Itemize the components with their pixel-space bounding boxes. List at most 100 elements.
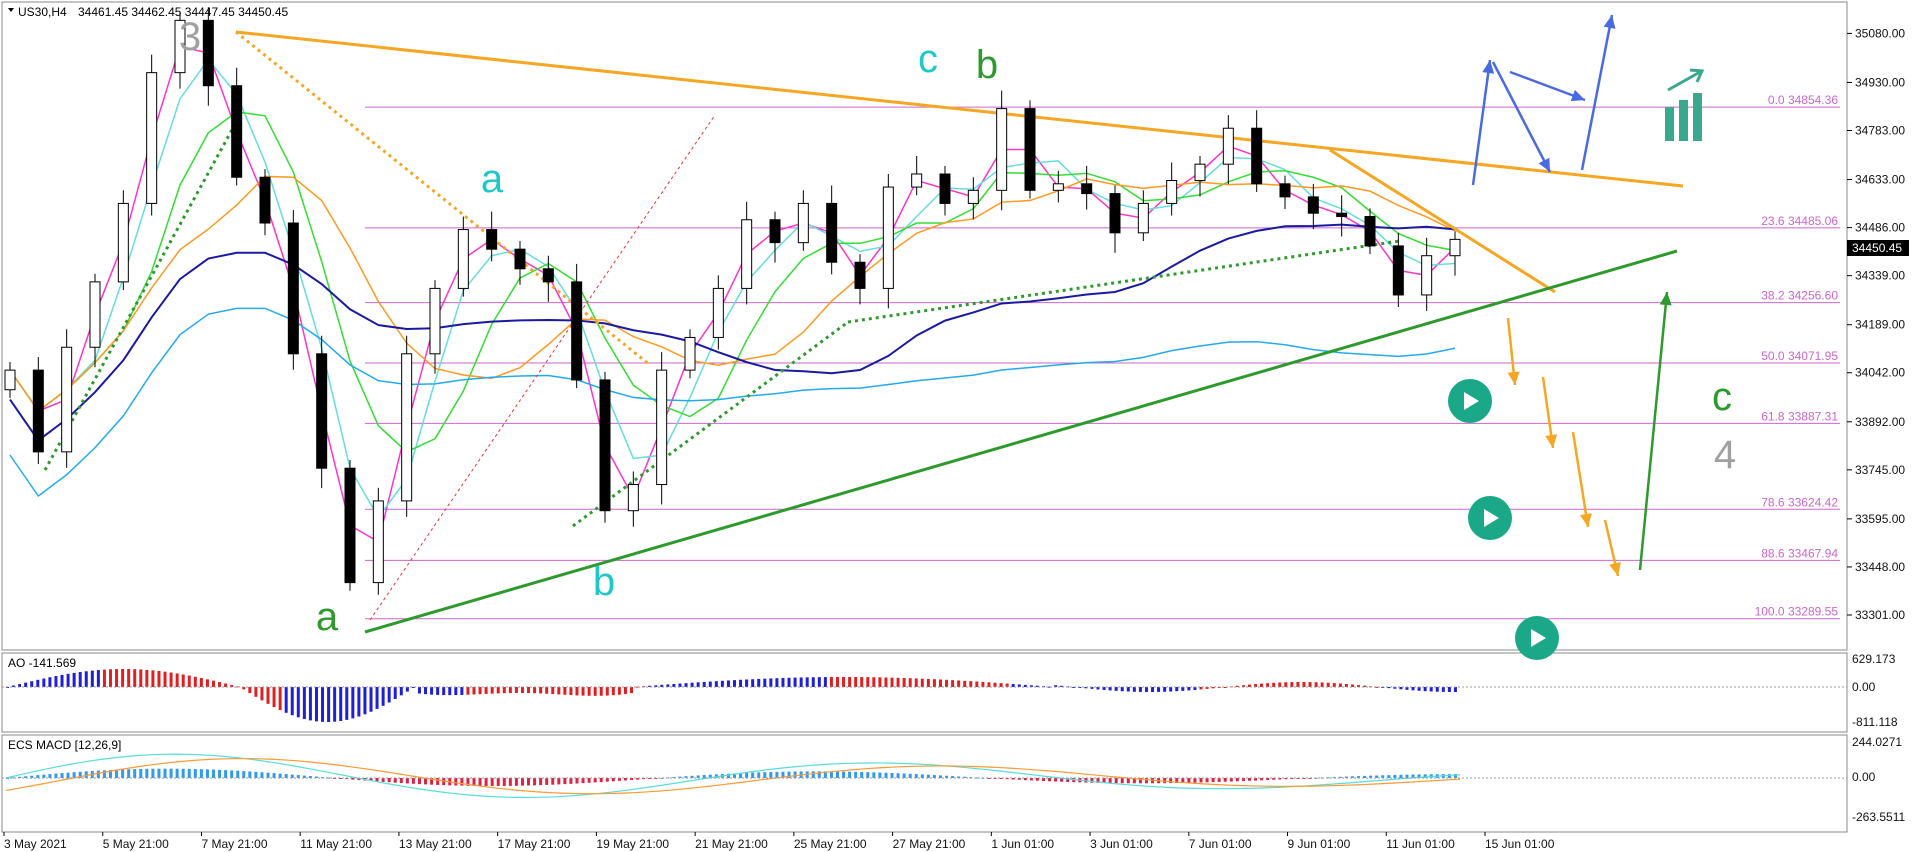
- fib-level-label: 50.0 34071.95: [1761, 349, 1838, 363]
- ao-title: AO -141.569: [8, 656, 76, 670]
- price-tick-label: 34339.00: [1855, 269, 1905, 283]
- macd-bar: [835, 771, 839, 778]
- fib-level-label: 88.6 33467.94: [1761, 546, 1838, 560]
- ao-bar: [36, 679, 40, 687]
- candle-body: [401, 353, 413, 502]
- candle-body: [967, 189, 979, 204]
- macd-bar: [254, 771, 258, 778]
- macd-bar: [84, 771, 88, 778]
- price-tick-label: 33301.00: [1855, 608, 1905, 622]
- ao-bar: [587, 687, 591, 696]
- ao-bar: [478, 687, 482, 695]
- ao-bar: [527, 687, 531, 694]
- ao-bar: [696, 682, 700, 687]
- macd-bar: [878, 772, 882, 778]
- macd-bar: [563, 778, 567, 785]
- ao-bar: [145, 669, 149, 687]
- time-tick-label: 19 May 21:00: [596, 837, 669, 851]
- macd-bar: [539, 778, 543, 786]
- ao-bar: [945, 679, 949, 687]
- candle-body: [231, 85, 243, 178]
- time-tick-label: 3 May 2021: [4, 837, 67, 851]
- wave-label: b: [976, 43, 998, 87]
- candle-body: [854, 261, 866, 289]
- ao-bar: [484, 687, 488, 694]
- macd-bar: [1054, 778, 1058, 782]
- ao-bar: [284, 687, 288, 713]
- ao-bar: [345, 687, 349, 720]
- macd-tick-zero: 0.00: [1852, 770, 1876, 784]
- ao-bar: [1320, 682, 1324, 687]
- ao-bar: [417, 687, 421, 694]
- ao-bar: [1108, 687, 1112, 691]
- macd-bar: [199, 769, 203, 778]
- ao-bar: [823, 677, 827, 687]
- ao-bar: [617, 687, 621, 695]
- ao-bar: [678, 683, 682, 687]
- time-tick-label: 3 Jun 01:00: [1090, 837, 1153, 851]
- ao-bar: [854, 677, 858, 687]
- macd-bar: [436, 778, 440, 785]
- macd-bar: [1187, 778, 1191, 783]
- macd-bar: [775, 771, 779, 778]
- macd-bar: [569, 778, 573, 784]
- ao-bar: [908, 678, 912, 687]
- ao-bar: [684, 683, 688, 687]
- ao-bar: [375, 687, 379, 709]
- candle-body: [259, 176, 271, 224]
- ao-bar: [96, 670, 100, 687]
- ao-bar: [951, 680, 955, 687]
- ao-bar: [1126, 687, 1130, 692]
- ao-bar: [1290, 682, 1294, 687]
- macd-bar: [593, 778, 597, 783]
- macd-bar: [157, 768, 161, 778]
- candle-body: [287, 222, 299, 355]
- ao-bar: [1326, 682, 1330, 687]
- candle-body: [769, 219, 781, 244]
- macd-bar: [545, 778, 549, 785]
- macd-bar: [914, 774, 918, 778]
- macd-bar: [163, 768, 167, 778]
- ao-bar: [969, 681, 973, 687]
- candle-body: [1421, 255, 1433, 296]
- candle-body: [146, 72, 158, 204]
- macd-bar: [866, 772, 870, 778]
- ao-bar: [296, 687, 300, 718]
- ao-bar: [726, 680, 730, 687]
- ao-bar: [1423, 687, 1427, 692]
- candle-body: [1279, 183, 1291, 198]
- ao-bar: [381, 687, 385, 706]
- ao-bar: [1417, 687, 1421, 691]
- macd-bar: [829, 771, 833, 778]
- ao-bar: [508, 687, 512, 694]
- wave-label: c: [918, 37, 938, 81]
- ao-bar: [387, 687, 391, 703]
- macd-bar: [460, 778, 464, 786]
- ao-bar: [1187, 687, 1191, 691]
- ao-bar: [357, 687, 361, 717]
- ao-bar: [1429, 687, 1433, 692]
- price-tick-label: 34633.00: [1855, 173, 1905, 187]
- wave-label: 4: [1714, 433, 1736, 477]
- macd-bar: [896, 773, 900, 778]
- ao-bar: [787, 677, 791, 687]
- ao-bar: [72, 672, 76, 687]
- ao-bar: [1278, 682, 1282, 687]
- macd-bar: [205, 769, 209, 778]
- ao-tick-bottom: -811.118: [1852, 715, 1898, 729]
- macd-bar: [769, 772, 773, 778]
- macd-bar: [502, 778, 506, 786]
- price-chart[interactable]: 0.0 34854.36 23.6 34485.06 38.2 34256.60 50…: [0, 0, 1919, 852]
- ao-bar: [1120, 687, 1124, 692]
- ao-bar: [751, 679, 755, 687]
- ao-bar: [920, 678, 924, 687]
- macd-bar: [811, 771, 815, 778]
- main-panel-frame: [1, 1, 1848, 651]
- macd-bar: [272, 773, 276, 778]
- ao-bar: [121, 669, 125, 687]
- ao-bar: [290, 687, 294, 716]
- macd-bar: [290, 774, 294, 778]
- macd-bar: [218, 769, 222, 778]
- macd-title: ECS MACD [12,26,9]: [8, 738, 121, 752]
- macd-bar: [145, 768, 149, 778]
